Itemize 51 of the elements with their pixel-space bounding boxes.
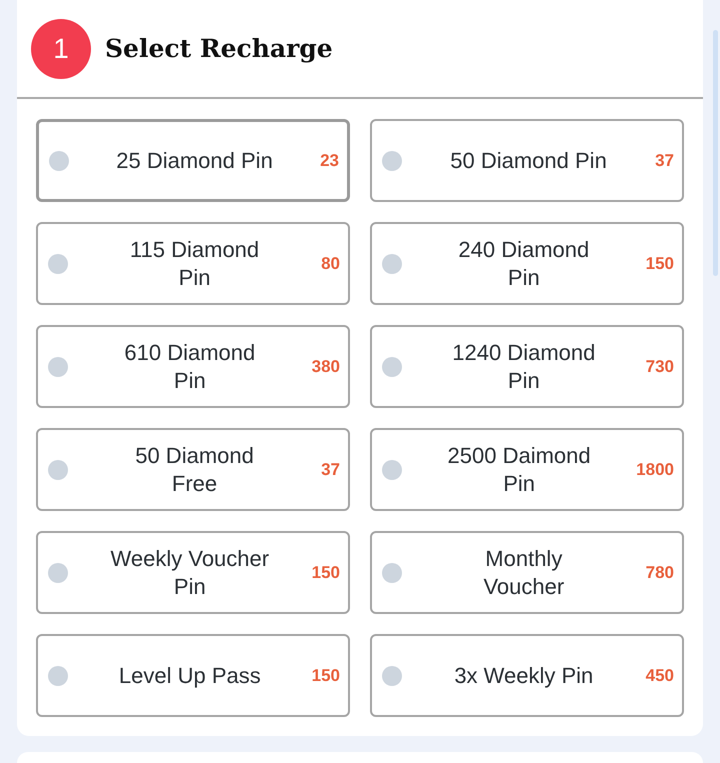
option-label: 115 Diamond Pin — [128, 236, 260, 292]
recharge-option[interactable]: 3x Weekly Pin 450 — [370, 634, 684, 717]
option-label: 3x Weekly Pin — [453, 662, 594, 690]
recharge-option[interactable]: 2500 Daimond Pin 1800 — [370, 428, 684, 511]
recharge-option[interactable]: 115 Diamond Pin 80 — [36, 222, 350, 305]
option-label: 240 Diamond Pin — [457, 236, 590, 292]
radio-button[interactable] — [48, 254, 68, 274]
option-price: 80 — [321, 252, 340, 275]
radio-button[interactable] — [382, 562, 402, 582]
option-label: 50 Diamond Free — [134, 442, 255, 498]
recharge-option[interactable]: 50 Diamond Free 37 — [36, 428, 350, 511]
recharge-option[interactable]: Monthly Voucher 780 — [370, 531, 684, 614]
option-price: 780 — [646, 562, 674, 584]
radio-button[interactable] — [382, 460, 402, 480]
radio-button[interactable] — [48, 562, 68, 582]
option-price: 450 — [646, 664, 674, 687]
option-label: 25 Diamond Pin — [115, 146, 274, 174]
recharge-option[interactable]: Level Up Pass 150 — [36, 634, 350, 717]
option-price: 150 — [312, 562, 340, 584]
option-price: 730 — [646, 356, 674, 378]
recharge-option[interactable]: 50 Diamond Pin 37 — [370, 119, 684, 202]
option-price: 380 — [312, 356, 340, 378]
option-price: 150 — [312, 664, 340, 687]
option-label: 610 Diamond Pin — [123, 338, 256, 394]
option-price: 37 — [321, 458, 340, 481]
radio-button[interactable] — [382, 666, 402, 686]
option-label: 1240 Diamond Pin — [451, 338, 596, 394]
radio-button[interactable] — [382, 150, 402, 170]
option-label: Level Up Pass — [118, 662, 262, 690]
scrollbar[interactable] — [713, 30, 718, 276]
recharge-option[interactable]: Weekly Voucher Pin 150 — [36, 531, 350, 614]
radio-button[interactable] — [48, 460, 68, 480]
radio-button[interactable] — [49, 150, 69, 170]
radio-button[interactable] — [48, 356, 68, 376]
recharge-option[interactable]: 240 Diamond Pin 150 — [370, 222, 684, 305]
option-price: 1800 — [636, 458, 674, 481]
option-price: 37 — [655, 150, 674, 172]
radio-button[interactable] — [382, 356, 402, 376]
option-label: 50 Diamond Pin — [449, 146, 608, 174]
option-price: 150 — [646, 252, 674, 275]
step-number-badge: 1 — [31, 18, 91, 78]
radio-button[interactable] — [382, 254, 402, 274]
recharge-option[interactable]: 610 Diamond Pin 380 — [36, 325, 350, 408]
recharge-option[interactable]: 1240 Diamond Pin 730 — [370, 325, 684, 408]
option-price: 23 — [320, 150, 339, 172]
option-label: Weekly Voucher Pin — [110, 544, 270, 600]
option-label: Monthly Voucher — [482, 544, 566, 600]
recharge-option[interactable]: 25 Diamond Pin 23 — [36, 119, 350, 202]
radio-button[interactable] — [48, 666, 68, 686]
option-label: 2500 Daimond Pin — [446, 442, 592, 498]
section-title: Select Recharge — [105, 32, 333, 65]
